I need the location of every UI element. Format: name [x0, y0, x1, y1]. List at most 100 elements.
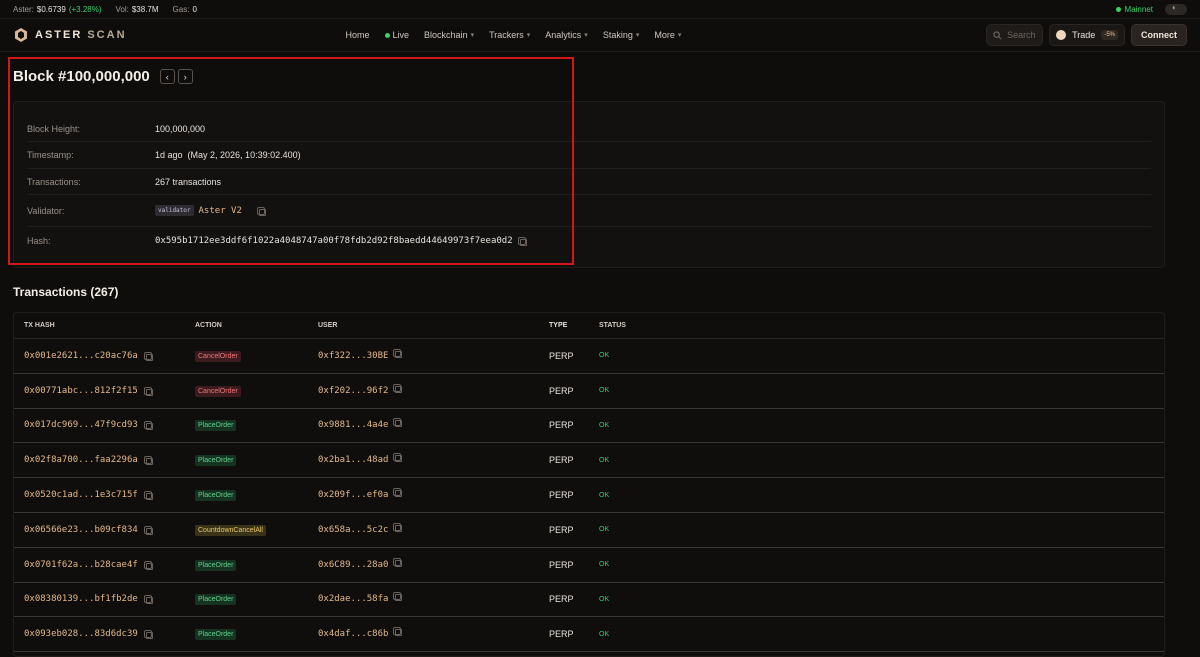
copy-icon[interactable]	[143, 351, 153, 361]
copy-icon[interactable]	[393, 488, 403, 498]
table-row[interactable]: 0x00771abc...812f2f15 CancelOrder 0xf202..…	[14, 374, 1164, 409]
copy-icon[interactable]	[143, 491, 153, 501]
user-cell: 0x6C89...28a0	[318, 557, 549, 570]
table-row[interactable]: 0x02f8a700...faa2296a PlaceOrder 0x2ba1...…	[14, 443, 1164, 479]
copy-icon[interactable]	[517, 236, 527, 246]
table-row[interactable]: 0x06566e23...b09cf834 CountdownCancelAll 0…	[14, 513, 1164, 548]
network-indicator[interactable]: Mainnet	[1115, 5, 1153, 14]
user-cell: 0xf202...96f2	[318, 383, 549, 396]
copy-icon[interactable]	[256, 206, 266, 216]
next-block-button[interactable]: ›	[177, 69, 193, 84]
detail-row-height: Block Height: 100,000,000	[27, 116, 1151, 142]
prev-block-button[interactable]: ‹	[159, 69, 175, 84]
copy-icon[interactable]	[393, 557, 403, 567]
user-link[interactable]: 0x4daf...c86b	[318, 629, 388, 639]
tx-hash-link[interactable]: 0x00771abc...812f2f15	[24, 386, 138, 396]
tx-hash-link[interactable]: 0x08380139...bf1fb2de	[24, 594, 138, 604]
gas-label: Gas:	[172, 4, 190, 14]
aster-price-value: $0.6739	[36, 4, 66, 14]
table-row[interactable]: 0x017dc969...47f9cd93 PlaceOrder 0x9881...…	[14, 409, 1164, 444]
block-height-value: 100,000,000	[155, 123, 206, 134]
action-cell: PlaceOrder	[195, 559, 318, 571]
copy-icon[interactable]	[143, 386, 153, 396]
validator-link[interactable]: Aster V2	[199, 206, 242, 216]
detail-row-transactions: Transactions: 267 transactions	[27, 169, 1151, 195]
action-cell: CountdownCancelAll	[195, 524, 318, 536]
nav-live[interactable]: Live	[384, 30, 409, 40]
user-link[interactable]: 0xf322...30BE	[318, 351, 388, 361]
user-link[interactable]: 0xf202...96f2	[318, 386, 388, 396]
action-cell: PlaceOrder	[195, 593, 318, 606]
user-link[interactable]: 0x658a...5c2c	[318, 525, 388, 535]
copy-icon[interactable]	[393, 592, 403, 602]
block-header: Block #100,000,000 ‹ ›	[13, 68, 193, 85]
action-badge: PlaceOrder	[195, 490, 237, 502]
nav-blockchain[interactable]: Blockchain ▾	[424, 30, 474, 40]
col-tx-hash: TX HASH	[24, 322, 55, 329]
table-row[interactable]: 0x093eb028...83d6dc39 PlaceOrder 0x4daf...…	[14, 617, 1164, 653]
transactions-count: 267 transactions	[155, 176, 222, 187]
user-link[interactable]: 0x2dae...58fa	[318, 594, 388, 604]
network-status-dot	[1115, 6, 1121, 12]
chevron-down-icon: ▾	[526, 32, 531, 39]
nav-blockchain-label: Blockchain	[424, 30, 468, 40]
copy-icon[interactable]	[393, 418, 403, 428]
tx-hash-link[interactable]: 0x02f8a700...faa2296a	[24, 455, 138, 465]
timestamp-label: Timestamp:	[27, 150, 74, 160]
action-badge: PlaceOrder	[195, 629, 237, 641]
chevron-left-icon: ‹	[165, 71, 169, 82]
copy-icon[interactable]	[393, 522, 403, 532]
user-link[interactable]: 0x9881...4a4e	[318, 420, 388, 430]
copy-icon[interactable]	[143, 595, 153, 605]
type-cell: PERP	[549, 420, 574, 431]
action-badge: PlaceOrder	[195, 455, 237, 467]
copy-icon[interactable]	[393, 348, 403, 358]
nav-home-label: Home	[345, 30, 370, 40]
nav-analytics[interactable]: Analytics ▾	[545, 30, 588, 40]
volume-value: $38.7M	[131, 4, 159, 14]
table-row[interactable]: 0x0701f62a...b28cae4f PlaceOrder 0x6C89...…	[14, 548, 1164, 583]
ticker-bar: Aster: $0.6739 (+3.28%) Vol: $38.7M Gas:…	[0, 0, 1200, 19]
copy-icon[interactable]	[143, 560, 153, 570]
tx-hash-link[interactable]: 0x093eb028...83d6dc39	[24, 629, 138, 639]
tx-hash-link[interactable]: 0x0701f62a...b28cae4f	[24, 560, 138, 570]
copy-icon[interactable]	[393, 627, 403, 637]
status-badge: OK	[599, 630, 610, 638]
nav-trackers[interactable]: Trackers ▾	[489, 30, 530, 40]
connect-button[interactable]: Connect	[1131, 24, 1187, 46]
hash-value: 0x595b1712ee3ddf6f1022a4048747a00f78fdb2…	[155, 235, 513, 246]
action-cell: PlaceOrder	[195, 489, 318, 502]
user-link[interactable]: 0x2ba1...48ad	[318, 455, 388, 465]
user-link[interactable]: 0x209f...ef0a	[318, 490, 388, 500]
copy-icon[interactable]	[143, 421, 153, 431]
tx-hash-link[interactable]: 0x001e2621...c20ac76a	[24, 351, 138, 361]
detail-row-timestamp: Timestamp: 1d ago (May 2, 2026, 10:39:02…	[27, 142, 1151, 169]
user-cell: 0x2ba1...48ad	[318, 453, 549, 465]
copy-icon[interactable]	[393, 453, 403, 463]
logo[interactable]: ASTER SCAN	[13, 27, 127, 43]
user-link[interactable]: 0x6C89...28a0	[318, 560, 388, 570]
tx-hash-link[interactable]: 0x017dc969...47f9cd93	[24, 420, 138, 430]
table-row[interactable]: 0x001e2621...c20ac76a CancelOrder 0xf322..…	[14, 339, 1164, 374]
nav-home[interactable]: Home	[346, 30, 370, 40]
theme-toggle[interactable]	[1165, 3, 1187, 15]
copy-icon[interactable]	[143, 456, 153, 466]
copy-icon[interactable]	[393, 383, 403, 393]
tx-hash-link[interactable]: 0x0520c1ad...1e3c715f	[24, 490, 138, 500]
logo-text-scan: SCAN	[87, 29, 127, 41]
nav-staking[interactable]: Staking ▾	[603, 30, 640, 40]
search-input[interactable]: Search	[986, 24, 1044, 46]
type-cell: PERP	[549, 629, 574, 640]
copy-icon[interactable]	[143, 525, 153, 535]
nav-more[interactable]: More ▾	[654, 30, 681, 40]
transactions-table: TX HASH ACTION USER TYPE STATUS 0x001e26…	[13, 312, 1165, 657]
trade-button[interactable]: Trade -5%	[1049, 24, 1125, 46]
tx-hash-link[interactable]: 0x06566e23...b09cf834	[24, 525, 138, 535]
table-row[interactable]: 0x08380139...bf1fb2de PlaceOrder 0x2dae...…	[14, 583, 1164, 618]
type-cell: PERP	[549, 594, 574, 605]
gas: Gas: 0	[173, 5, 197, 14]
copy-icon[interactable]	[143, 630, 153, 640]
table-row[interactable]: 0x0520c1ad...1e3c715f PlaceOrder 0x209f...…	[14, 478, 1164, 513]
chevron-down-icon: ▾	[635, 32, 640, 39]
type-cell: PERP	[549, 490, 574, 501]
